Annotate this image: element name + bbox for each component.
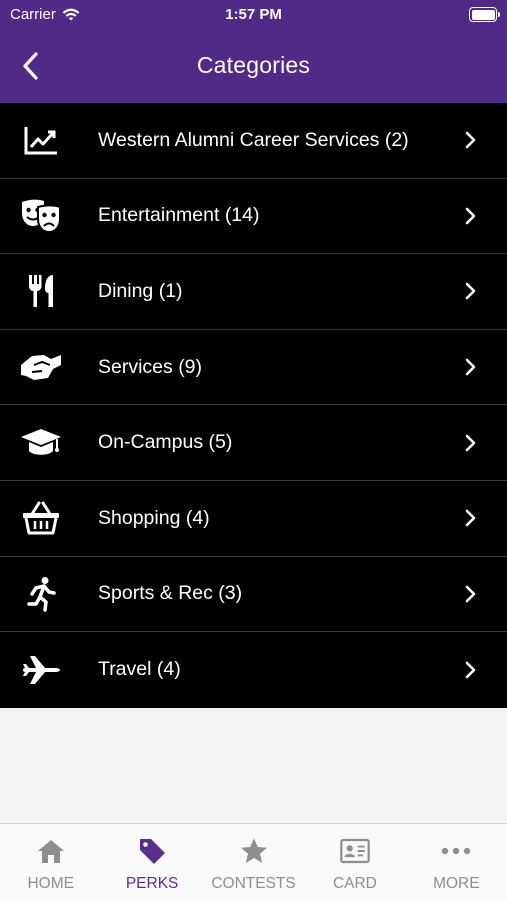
tab-home[interactable]: HOME xyxy=(0,824,101,900)
page-title: Categories xyxy=(196,52,311,78)
tab-more[interactable]: MORE xyxy=(406,824,507,900)
category-row-career-services[interactable]: Western Alumni Career Services (2) xyxy=(0,103,507,179)
more-dots-icon xyxy=(441,836,471,866)
category-row-travel[interactable]: Travel (4) xyxy=(0,632,507,708)
theater-masks-icon xyxy=(20,195,62,237)
tab-card[interactable]: CARD xyxy=(304,824,405,900)
tag-icon xyxy=(137,836,167,866)
chevron-right-icon xyxy=(465,283,476,300)
chevron-right-icon xyxy=(465,585,476,603)
status-bar: Carrier 1:57 PM xyxy=(0,0,507,30)
category-row-dining[interactable]: Dining (1) xyxy=(0,254,507,330)
home-icon xyxy=(36,836,66,866)
chevron-right-icon xyxy=(465,131,476,149)
chevron-right-icon xyxy=(465,207,476,225)
category-row-on-campus[interactable]: On-Campus (5) xyxy=(0,405,507,481)
airplane-icon xyxy=(20,649,62,691)
utensils-icon xyxy=(20,270,62,312)
chevron-right-icon xyxy=(465,661,476,679)
category-label: On-Campus (5) xyxy=(98,431,233,454)
category-row-entertainment[interactable]: Entertainment (14) xyxy=(0,179,507,255)
category-label: Travel (4) xyxy=(98,658,181,681)
category-label: Entertainment (14) xyxy=(98,204,260,227)
graduation-cap-icon xyxy=(20,422,62,464)
tab-label: PERKS xyxy=(125,875,179,892)
tab-bar: HOME PERKS CONTESTS CARD MORE xyxy=(0,823,507,900)
category-label: Dining (1) xyxy=(98,279,183,302)
category-list: Western Alumni Career Services (2) Enter… xyxy=(0,103,507,708)
tab-contests[interactable]: CONTESTS xyxy=(203,824,304,900)
shopping-basket-icon xyxy=(20,497,62,539)
category-row-shopping[interactable]: Shopping (4) xyxy=(0,481,507,557)
category-label: Shopping (4) xyxy=(98,506,210,529)
id-card-icon xyxy=(340,836,370,866)
chart-line-icon xyxy=(20,119,62,161)
tab-label: CARD xyxy=(332,875,377,892)
header: Carrier 1:57 PM Categories xyxy=(0,0,507,103)
tab-label: MORE xyxy=(433,875,480,892)
chevron-right-icon xyxy=(465,358,476,376)
battery-level xyxy=(471,9,495,20)
tab-perks[interactable]: PERKS xyxy=(101,824,202,900)
star-icon xyxy=(239,836,269,866)
category-row-sports-rec[interactable]: Sports & Rec (3) xyxy=(0,557,507,633)
chevron-right-icon xyxy=(465,434,476,451)
tab-label: HOME xyxy=(27,875,74,892)
running-person-icon xyxy=(20,573,62,615)
chevron-right-icon xyxy=(465,509,476,527)
handshake-icon xyxy=(20,346,62,388)
nav-bar: Categories xyxy=(0,30,507,103)
status-time: 1:57 PM xyxy=(225,6,282,23)
battery-icon xyxy=(469,7,500,22)
tab-label: CONTESTS xyxy=(211,875,296,892)
category-label: Services (9) xyxy=(98,355,203,378)
category-label: Western Alumni Career Services (2) xyxy=(98,128,409,151)
category-label: Sports & Rec (3) xyxy=(98,582,243,605)
category-row-services[interactable]: Services (9) xyxy=(0,330,507,406)
